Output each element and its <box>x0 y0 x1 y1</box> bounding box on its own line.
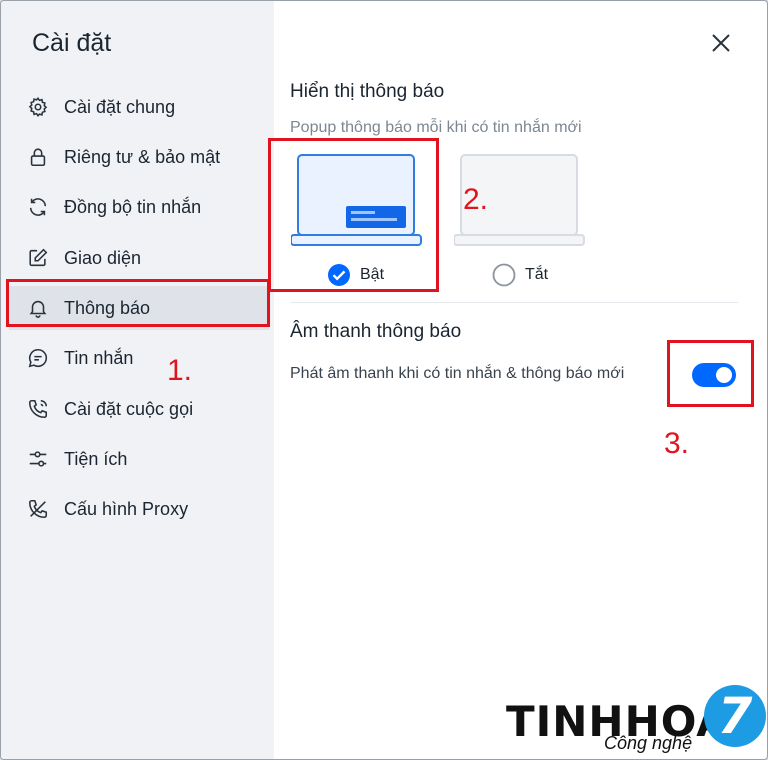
annotation-number-1: 1. <box>167 354 193 387</box>
settings-window: Cài đặt Cài đặt chung Riêng tư & bảo mật… <box>0 0 768 760</box>
edit-icon <box>27 247 49 269</box>
sidebar-item-messages[interactable]: Tin nhắn <box>9 336 269 380</box>
proxy-icon <box>27 498 49 520</box>
logo-seven-mark: 7 <box>704 685 766 747</box>
sidebar-item-sync[interactable]: Đồng bộ tin nhắn <box>9 185 269 229</box>
sidebar-item-label: Tiện ích <box>64 448 128 469</box>
sidebar-item-label: Tin nhắn <box>64 347 134 368</box>
sidebar-item-label: Cài đặt cuộc gọi <box>64 398 194 419</box>
sidebar-item-label: Giao diện <box>64 247 142 268</box>
sound-label: Phát âm thanh khi có tin nhắn & thông bá… <box>290 365 625 382</box>
annotation-box-1 <box>6 279 270 327</box>
unchecked-radio-icon <box>492 263 516 287</box>
close-button[interactable] <box>707 29 735 57</box>
settings-sidebar: Cài đặt Cài đặt chung Riêng tư & bảo mật… <box>1 1 274 759</box>
watermark-logo: TINHHOA 7 Công nghệ <box>506 683 767 759</box>
lock-icon <box>27 146 49 168</box>
annotation-number-2: 2. <box>463 183 489 216</box>
annotation-box-3 <box>667 340 754 407</box>
sidebar-item-label: Cài đặt chung <box>64 96 176 117</box>
popup-off-option[interactable]: Tắt <box>453 151 604 291</box>
logo-tagline: Công nghệ <box>604 733 693 753</box>
settings-content: Hiển thị thông báo Popup thông báo mỗi k… <box>268 1 767 759</box>
annotation-box-2 <box>268 138 439 292</box>
sidebar-item-calls[interactable]: Cài đặt cuộc gọi <box>9 387 269 431</box>
chat-icon <box>27 347 49 369</box>
sound-title: Âm thanh thông báo <box>290 321 462 342</box>
svg-text:7: 7 <box>718 687 753 745</box>
sync-icon <box>27 196 49 218</box>
sidebar-item-utilities[interactable]: Tiện ích <box>9 437 269 481</box>
sidebar-item-general[interactable]: Cài đặt chung <box>9 85 269 129</box>
display-notifications-subtitle: Popup thông báo mỗi khi có tin nhắn mới <box>290 119 582 136</box>
radio-off[interactable]: Tắt <box>492 263 548 287</box>
section-divider <box>290 302 738 303</box>
sidebar-item-label: Đồng bộ tin nhắn <box>64 196 202 217</box>
sidebar-item-appearance[interactable]: Giao diện <box>9 236 269 280</box>
radio-off-label: Tắt <box>525 266 549 283</box>
sidebar-item-label: Cấu hình Proxy <box>64 498 189 519</box>
gear-icon <box>27 96 49 118</box>
annotation-number-3: 3. <box>664 427 690 460</box>
close-icon <box>712 34 730 52</box>
sidebar-item-proxy[interactable]: Cấu hình Proxy <box>9 487 269 531</box>
sliders-icon <box>27 448 49 470</box>
phone-icon <box>27 398 49 420</box>
display-notifications-title: Hiển thị thông báo <box>290 81 445 102</box>
settings-title: Cài đặt <box>32 29 112 57</box>
sidebar-item-privacy[interactable]: Riêng tư & bảo mật <box>9 135 269 179</box>
sidebar-item-label: Riêng tư & bảo mật <box>64 146 221 167</box>
